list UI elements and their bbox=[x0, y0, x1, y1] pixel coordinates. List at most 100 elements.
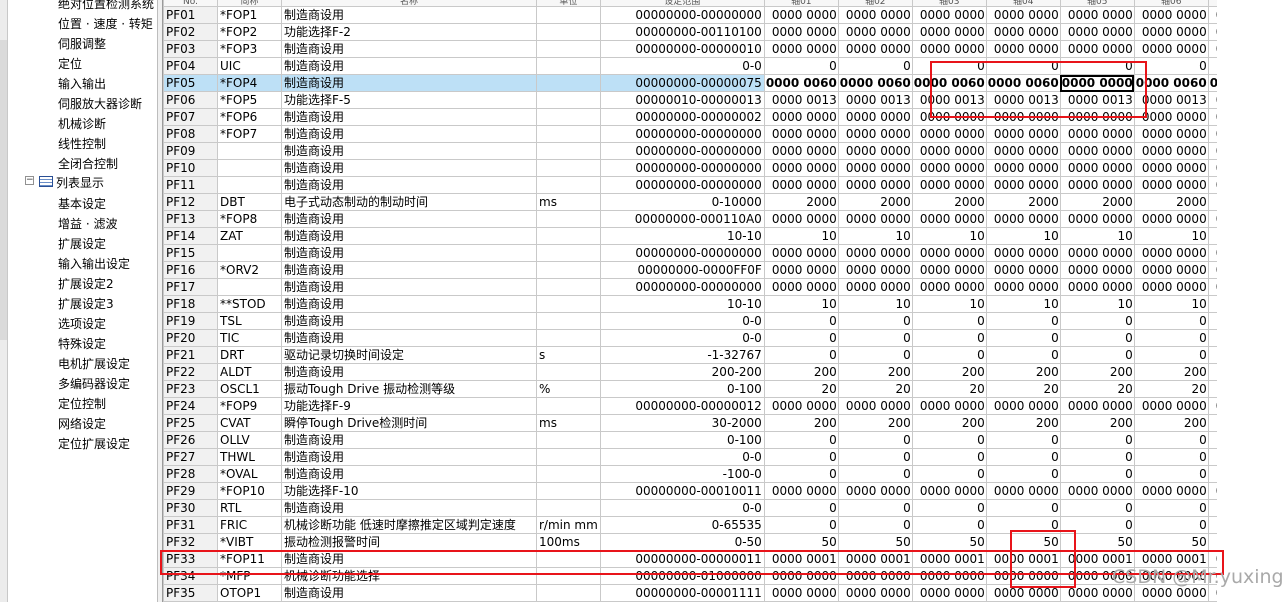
axis-value-cell[interactable]: 0000 0000 bbox=[985, 210, 1061, 228]
parameter-tree[interactable]: − 绝对位置检测系统 位置 · 速度 · 转矩 伺服调整 定位 输入输出 伺服放大器诊断机… bbox=[0, 0, 157, 602]
axis-value-cell[interactable]: 0000 0000 bbox=[837, 244, 913, 262]
axis-value-cell[interactable]: 10 bbox=[985, 227, 1061, 245]
axis-value-cell[interactable]: 0000 0000 bbox=[985, 176, 1061, 194]
tree-item[interactable]: 输入输出 bbox=[58, 74, 106, 94]
axis-value-cell[interactable]: 10 bbox=[1059, 295, 1135, 313]
axis-value-cell[interactable]: 0000 0000 bbox=[837, 482, 913, 500]
table-row[interactable]: PF12 DBT 电子式动态制动的制动时间 ms 0-10000 2000 2000 2000… bbox=[163, 193, 1283, 211]
axis-value-cell[interactable]: 0000 0000 bbox=[763, 159, 839, 177]
axis-value-cell[interactable]: 200 bbox=[1059, 414, 1135, 432]
axis-value-cell[interactable]: 0 bbox=[763, 448, 839, 466]
axis-value-cell[interactable]: 0000 0013 bbox=[763, 91, 839, 109]
axis-value-cell[interactable]: 0 bbox=[837, 329, 913, 347]
table-row[interactable]: PF08 *FOP7 制造商设用 00000000-00000000 0000 0000… bbox=[163, 125, 1283, 143]
axis-value-cell[interactable]: 20 bbox=[1059, 380, 1135, 398]
axis-value-cell[interactable]: 10 bbox=[911, 295, 987, 313]
axis-value-cell[interactable]: 0000 0000 bbox=[985, 397, 1061, 415]
axis-value-cell[interactable]: 0000 0000 bbox=[763, 6, 839, 24]
axis-value-cell[interactable]: 2000 bbox=[911, 193, 987, 211]
axis-value-cell[interactable]: 0 bbox=[1059, 431, 1135, 449]
axis-value-cell[interactable]: 0 bbox=[837, 312, 913, 330]
axis-value-cell[interactable]: 0 bbox=[1133, 465, 1209, 483]
axis-value-cell[interactable]: 0 bbox=[837, 465, 913, 483]
axis-value-cell[interactable]: 10 bbox=[1133, 227, 1209, 245]
tree-item[interactable]: 特殊设定 bbox=[58, 334, 106, 354]
axis-value-cell[interactable]: 10 bbox=[837, 227, 913, 245]
axis-value-cell[interactable]: 0000 0000 bbox=[1059, 244, 1135, 262]
tree-item[interactable]: 扩展设定3 bbox=[58, 294, 114, 314]
axis-value-cell[interactable]: 0000 0000 bbox=[985, 159, 1061, 177]
axis-value-cell[interactable]: 0 bbox=[1059, 312, 1135, 330]
axis-value-cell[interactable]: 0 bbox=[763, 516, 839, 534]
axis-value-cell[interactable]: 0000 0000 bbox=[763, 125, 839, 143]
axis-value-cell[interactable]: 0 bbox=[985, 312, 1061, 330]
axis-value-cell[interactable]: 0000 0000 bbox=[1059, 176, 1135, 194]
axis-value-cell[interactable]: 0000 0000 bbox=[985, 142, 1061, 160]
tree-item[interactable]: 扩展设定 bbox=[58, 234, 106, 254]
axis-value-cell[interactable]: 0000 0000 bbox=[911, 482, 987, 500]
axis-value-cell[interactable]: 0000 0000 bbox=[911, 40, 987, 58]
axis-value-cell[interactable]: 0000 0000 bbox=[985, 482, 1061, 500]
axis-value-cell[interactable]: 0000 0000 bbox=[985, 244, 1061, 262]
axis-value-cell[interactable]: 200 bbox=[911, 414, 987, 432]
axis-value-cell[interactable]: 0 bbox=[911, 516, 987, 534]
axis-value-cell[interactable]: 0000 0000 bbox=[1133, 176, 1209, 194]
axis-value-cell[interactable]: 0000 0000 bbox=[1059, 278, 1135, 296]
tree-item[interactable]: 多编码器设定 bbox=[58, 374, 130, 394]
axis-value-cell[interactable]: 0000 0013 bbox=[837, 91, 913, 109]
axis-value-cell[interactable]: 0 bbox=[911, 431, 987, 449]
tree-item[interactable]: 选项设定 bbox=[58, 314, 106, 334]
tree-item[interactable]: 伺服放大器诊断 bbox=[58, 94, 142, 114]
axis-value-cell[interactable]: 20 bbox=[1133, 380, 1209, 398]
tree-item[interactable]: 输入输出设定 bbox=[58, 254, 130, 274]
axis-value-cell[interactable]: 0000 0000 bbox=[763, 397, 839, 415]
axis-value-cell[interactable]: 0 bbox=[837, 516, 913, 534]
axis-value-cell[interactable]: 0000 0000 bbox=[1059, 397, 1135, 415]
axis-value-cell[interactable]: 0 bbox=[763, 465, 839, 483]
axis-value-cell[interactable]: 0 bbox=[985, 346, 1061, 364]
table-row[interactable]: PF24 *FOP9 功能选择F-9 00000000-00000012 0000 00… bbox=[163, 397, 1283, 415]
axis-value-cell[interactable]: 200 bbox=[911, 363, 987, 381]
tree-item[interactable]: 绝对位置检测系统 bbox=[58, 0, 154, 14]
axis-value-cell[interactable]: 0 bbox=[1133, 431, 1209, 449]
table-row[interactable]: PF16 *ORV2 制造商设用 00000000-0000FF0F 0000 0000… bbox=[163, 261, 1283, 279]
axis-value-cell[interactable]: 0 bbox=[1059, 448, 1135, 466]
tree-scrollbar-thumb[interactable] bbox=[0, 40, 7, 340]
axis-value-cell[interactable]: 0000 0000 bbox=[985, 23, 1061, 41]
axis-value-cell[interactable]: 0 bbox=[985, 329, 1061, 347]
axis-value-cell[interactable]: 10 bbox=[911, 227, 987, 245]
table-row[interactable]: PF09 制造商设用 00000000-00000000 0000 0000 0000 … bbox=[163, 142, 1283, 160]
axis-value-cell[interactable]: 0000 0000 bbox=[763, 278, 839, 296]
axis-value-cell[interactable]: 2000 bbox=[837, 193, 913, 211]
axis-value-cell[interactable]: 0000 0000 bbox=[837, 108, 913, 126]
tree-scrollbar[interactable] bbox=[0, 0, 8, 602]
axis-value-cell[interactable]: 0000 0000 bbox=[837, 159, 913, 177]
axis-value-cell[interactable]: 0 bbox=[911, 499, 987, 517]
axis-value-cell[interactable]: 0 bbox=[911, 312, 987, 330]
axis-value-cell[interactable]: 0000 0000 bbox=[911, 176, 987, 194]
table-row[interactable]: PF23 OSCL1 振动Tough Drive 振动检测等级% 0-100 20 20 2… bbox=[163, 380, 1283, 398]
axis-value-cell[interactable]: 0000 0000 bbox=[1133, 125, 1209, 143]
axis-value-cell[interactable]: 0000 0000 bbox=[763, 40, 839, 58]
axis-value-cell[interactable]: 200 bbox=[1133, 363, 1209, 381]
table-row[interactable]: PF18**STOD制造商设用10-1010101010101010 bbox=[163, 295, 1283, 313]
tree-item[interactable]: 位置 · 速度 · 转矩 bbox=[58, 14, 153, 34]
tree-item[interactable]: 定位控制 bbox=[58, 394, 106, 414]
axis-value-cell[interactable]: 0000 0000 bbox=[763, 142, 839, 160]
axis-value-cell[interactable]: 0000 0000 bbox=[837, 23, 913, 41]
axis-value-cell[interactable]: 0 bbox=[763, 346, 839, 364]
axis-value-cell[interactable]: 0000 0000 bbox=[1059, 159, 1135, 177]
axis-value-cell[interactable]: 10 bbox=[985, 295, 1061, 313]
axis-value-cell[interactable]: 0000 0000 bbox=[1133, 278, 1209, 296]
axis-value-cell[interactable]: 10 bbox=[763, 295, 839, 313]
axis-value-cell[interactable]: 0000 0000 bbox=[763, 244, 839, 262]
axis-value-cell[interactable]: 200 bbox=[985, 363, 1061, 381]
axis-value-cell[interactable]: 0 bbox=[911, 465, 987, 483]
tree-item[interactable]: 网络设定 bbox=[58, 414, 106, 434]
axis-value-cell[interactable]: 0000 0000 bbox=[1133, 261, 1209, 279]
axis-value-cell[interactable]: 50 bbox=[911, 533, 987, 551]
axis-value-cell[interactable]: 0 bbox=[837, 57, 913, 75]
axis-value-cell[interactable]: 2000 bbox=[763, 193, 839, 211]
axis-value-cell[interactable]: 0 bbox=[1059, 329, 1135, 347]
table-row[interactable]: PF30RTL制造商设用0-00000000 bbox=[163, 499, 1283, 517]
